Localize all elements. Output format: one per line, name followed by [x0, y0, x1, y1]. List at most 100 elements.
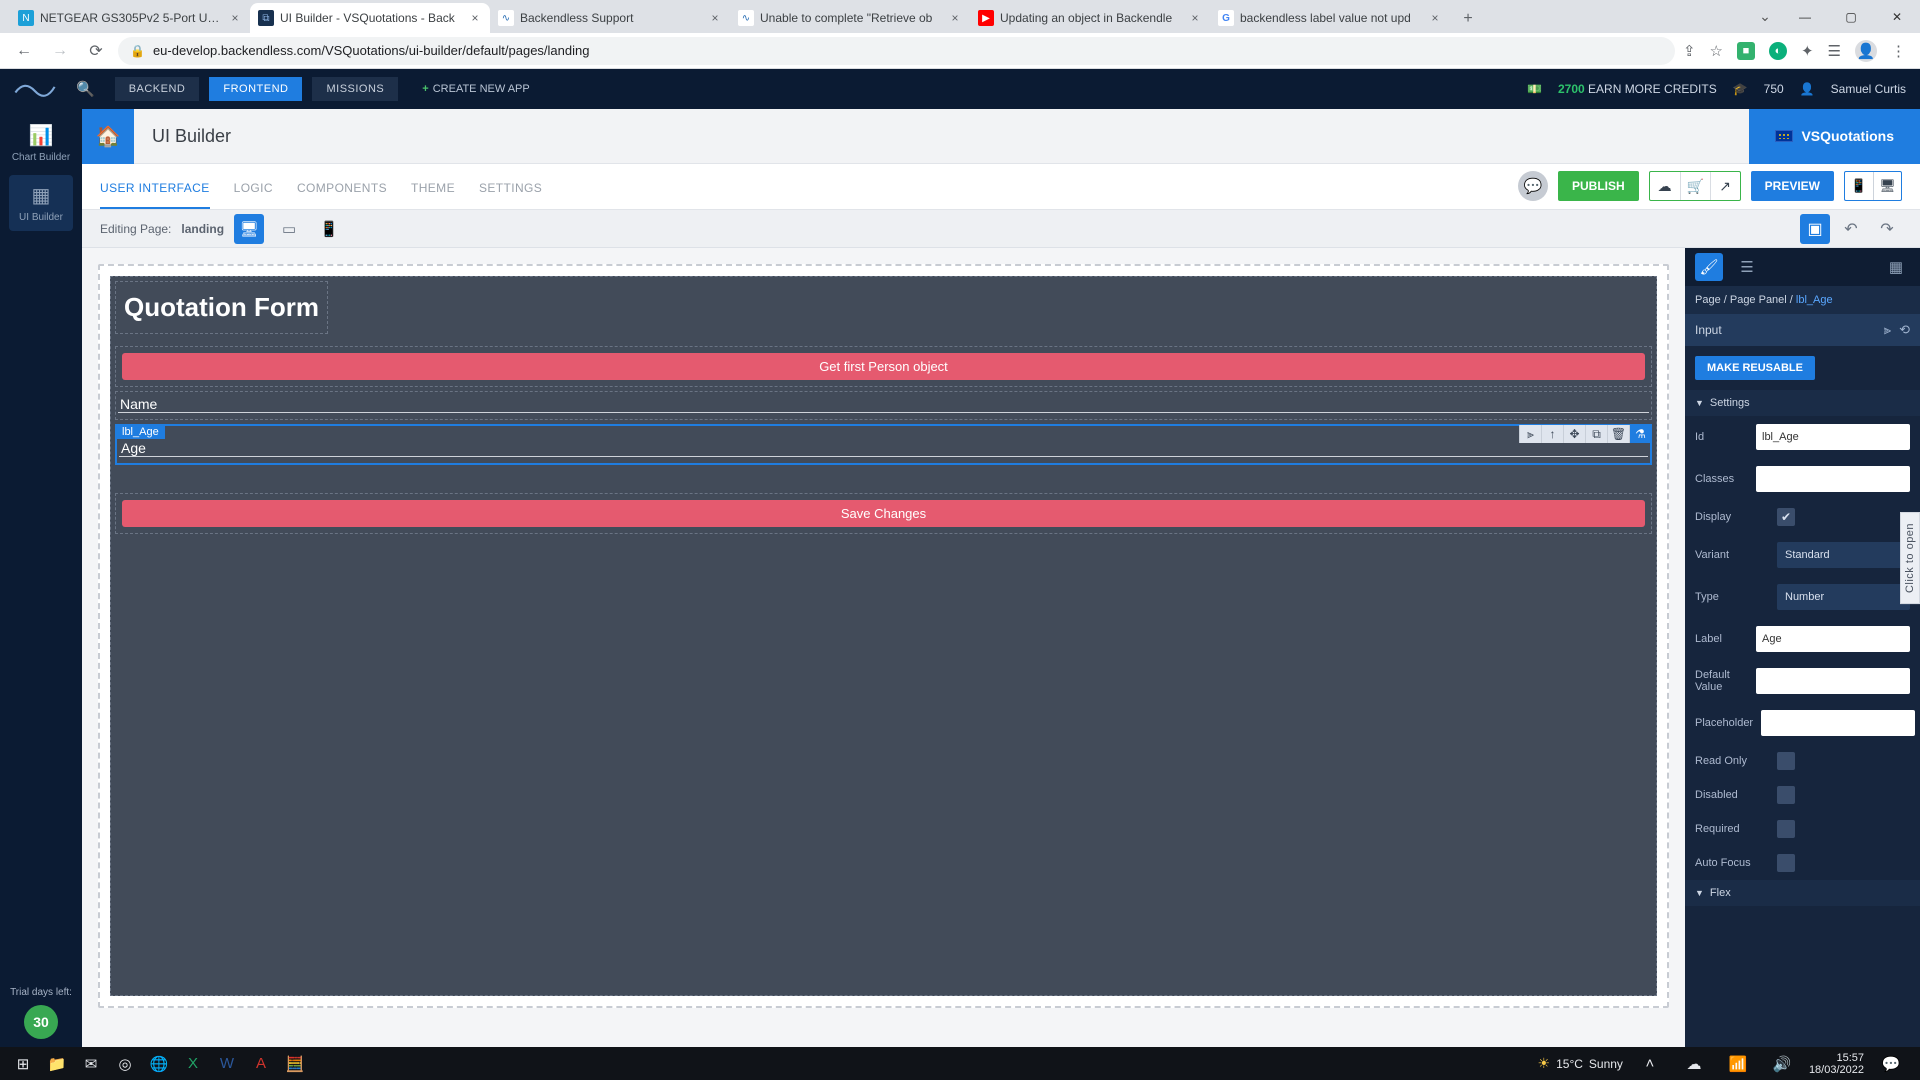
sel-delete-icon[interactable]: 🗑 — [1607, 425, 1629, 443]
viewport-phone-button[interactable]: 📱 — [314, 214, 344, 244]
sidebar-item-ui-builder[interactable]: ▦ UI Builder — [9, 175, 73, 231]
nav-forward-button[interactable]: → — [46, 37, 74, 65]
browser-tab[interactable]: ∿ Backendless Support × — [490, 3, 730, 33]
sidebar-item-chart-builder[interactable]: 📊 Chart Builder — [9, 115, 73, 171]
tab-logic[interactable]: LOGIC — [234, 167, 273, 209]
canvas-field-name[interactable]: Name — [115, 391, 1652, 420]
puzzle-icon[interactable]: ⫸ — [1519, 425, 1541, 443]
share-icon[interactable]: ⇪ — [1683, 42, 1696, 60]
new-tab-button[interactable]: + — [1454, 5, 1482, 33]
canvas-row[interactable]: Get first Person object — [115, 346, 1652, 387]
tray-chevron-icon[interactable]: ˄ — [1633, 1047, 1667, 1080]
taskbar-autocad-icon[interactable]: A — [244, 1047, 278, 1080]
tab-close-icon[interactable]: × — [468, 11, 482, 25]
desktop-icon[interactable]: 🖥 — [1873, 172, 1901, 200]
chat-icon[interactable]: 💬 — [1518, 171, 1548, 201]
bookmark-icon[interactable]: ☆ — [1710, 42, 1723, 60]
browser-tab[interactable]: G backendless label value not upd × — [1210, 3, 1450, 33]
reading-list-icon[interactable]: ☰ — [1828, 42, 1841, 60]
window-maximize-button[interactable]: ▢ — [1828, 0, 1874, 33]
weather-widget[interactable]: ☀ 15°C Sunny — [1538, 1055, 1623, 1072]
nav-back-button[interactable]: ← — [10, 37, 38, 65]
redo-button[interactable]: ↷ — [1872, 214, 1902, 244]
inspector-breadcrumb[interactable]: Page / Page Panel / lbl_Age — [1685, 286, 1920, 314]
url-input[interactable]: 🔒 eu-develop.backendless.com/VSQuotation… — [118, 37, 1675, 65]
sel-copy-icon[interactable]: ⧉ — [1585, 425, 1607, 443]
taskbar-clock[interactable]: 15:57 18/03/2022 — [1809, 1052, 1864, 1076]
extension-icon[interactable]: ■ — [1737, 42, 1755, 60]
tab-close-icon[interactable]: × — [708, 11, 722, 25]
start-button[interactable]: ⊞ — [6, 1047, 40, 1080]
placeholder-input[interactable] — [1761, 710, 1915, 736]
nav-frontend[interactable]: FRONTEND — [209, 77, 302, 101]
section-header-settings[interactable]: ▼Settings — [1685, 390, 1920, 416]
create-app-button[interactable]: +CREATE NEW APP — [422, 83, 529, 95]
tab-user-interface[interactable]: USER INTERFACE — [100, 167, 210, 209]
publish-button[interactable]: PUBLISH — [1558, 171, 1639, 201]
nav-reload-button[interactable]: ⟳ — [82, 37, 110, 65]
taskbar-chrome-icon[interactable]: ◎ — [108, 1047, 142, 1080]
chrome-menu-icon[interactable]: ⋮ — [1891, 42, 1906, 60]
viewport-desktop-button[interactable]: 🖥 — [234, 214, 264, 244]
home-button[interactable]: 🏠 — [82, 109, 134, 164]
canvas-row[interactable]: Save Changes — [115, 493, 1652, 534]
notifications-icon[interactable]: 💬 — [1874, 1047, 1908, 1080]
tray-wifi-icon[interactable]: 📶 — [1721, 1047, 1755, 1080]
autofocus-checkbox[interactable] — [1777, 854, 1795, 872]
variant-select[interactable]: Standard — [1777, 542, 1910, 568]
tab-theme[interactable]: THEME — [411, 167, 455, 209]
canvas-scroll[interactable]: Quotation Form Get first Person object N… — [82, 248, 1685, 1047]
tray-volume-icon[interactable]: 🔊 — [1765, 1047, 1799, 1080]
side-drawer-handle[interactable]: Click to open — [1900, 512, 1920, 604]
brand-logo[interactable] — [14, 78, 56, 100]
label-input[interactable] — [1756, 626, 1910, 652]
required-checkbox[interactable] — [1777, 820, 1795, 838]
save-changes-button[interactable]: Save Changes — [122, 500, 1645, 527]
tab-close-icon[interactable]: × — [1188, 11, 1202, 25]
taskbar-edge-icon[interactable]: 🌐 — [142, 1047, 176, 1080]
sel-up-icon[interactable]: ↑ — [1541, 425, 1563, 443]
cloud-icon[interactable]: ☁ — [1650, 172, 1680, 200]
taskbar-explorer-icon[interactable]: 📁 — [40, 1047, 74, 1080]
window-close-button[interactable]: ✕ — [1874, 0, 1920, 33]
disabled-checkbox[interactable] — [1777, 786, 1795, 804]
puzzle-icon[interactable]: ⫸ — [1884, 322, 1891, 338]
phone-icon[interactable]: 📱 — [1845, 172, 1873, 200]
points-value[interactable]: 750 — [1764, 82, 1784, 96]
search-icon[interactable]: 🔍 — [76, 80, 95, 98]
nav-backend[interactable]: BACKEND — [115, 77, 200, 101]
tray-onedrive-icon[interactable]: ☁ — [1677, 1047, 1711, 1080]
extension-icon[interactable]: ◐ — [1769, 42, 1787, 60]
tab-components[interactable]: COMPONENTS — [297, 167, 387, 209]
preview-button[interactable]: PREVIEW — [1751, 171, 1834, 201]
form-title-text[interactable]: Quotation Form — [115, 281, 328, 334]
readonly-checkbox[interactable] — [1777, 752, 1795, 770]
inspector-tab-style[interactable]: 🖌 — [1695, 253, 1723, 281]
get-person-button[interactable]: Get first Person object — [122, 353, 1645, 380]
browser-tab[interactable]: ∿ Unable to complete "Retrieve ob × — [730, 3, 970, 33]
tab-close-icon[interactable]: × — [1428, 11, 1442, 25]
tab-settings[interactable]: SETTINGS — [479, 167, 542, 209]
sel-move-icon[interactable]: ✥ — [1563, 425, 1585, 443]
prop-id-input[interactable] — [1756, 424, 1910, 450]
user-name[interactable]: Samuel Curtis — [1831, 82, 1906, 96]
tab-close-icon[interactable]: × — [228, 11, 242, 25]
external-link-icon[interactable]: ↗ — [1710, 172, 1740, 200]
extensions-menu-icon[interactable]: ✦ — [1801, 42, 1814, 60]
window-minimize-button[interactable]: ― — [1782, 0, 1828, 33]
default-value-input[interactable] — [1756, 668, 1910, 694]
nav-missions[interactable]: MISSIONS — [312, 77, 398, 101]
page-panel[interactable]: Quotation Form Get first Person object N… — [110, 276, 1657, 996]
workspace-badge[interactable]: VSQuotations — [1749, 109, 1920, 164]
reset-icon[interactable]: ⟲ — [1899, 322, 1910, 338]
cart-icon[interactable]: 🛒 — [1680, 172, 1710, 200]
browser-tab[interactable]: N NETGEAR GS305Pv2 5-Port Unm × — [10, 3, 250, 33]
prop-classes-input[interactable] — [1756, 466, 1910, 492]
viewport-tablet-button[interactable]: ▭ — [274, 214, 304, 244]
make-reusable-button[interactable]: MAKE REUSABLE — [1695, 356, 1815, 380]
inspector-tab-list[interactable]: ☰ — [1733, 253, 1761, 281]
canvas-field-age[interactable]: lbl_Age ⫸ ↑ ✥ ⧉ 🗑 ⚗ Age — [115, 424, 1652, 465]
credits-widget[interactable]: 2700 EARN MORE CREDITS — [1558, 82, 1717, 96]
display-checkbox[interactable]: ✔ — [1777, 508, 1795, 526]
section-header-flex[interactable]: ▼Flex — [1685, 880, 1920, 906]
